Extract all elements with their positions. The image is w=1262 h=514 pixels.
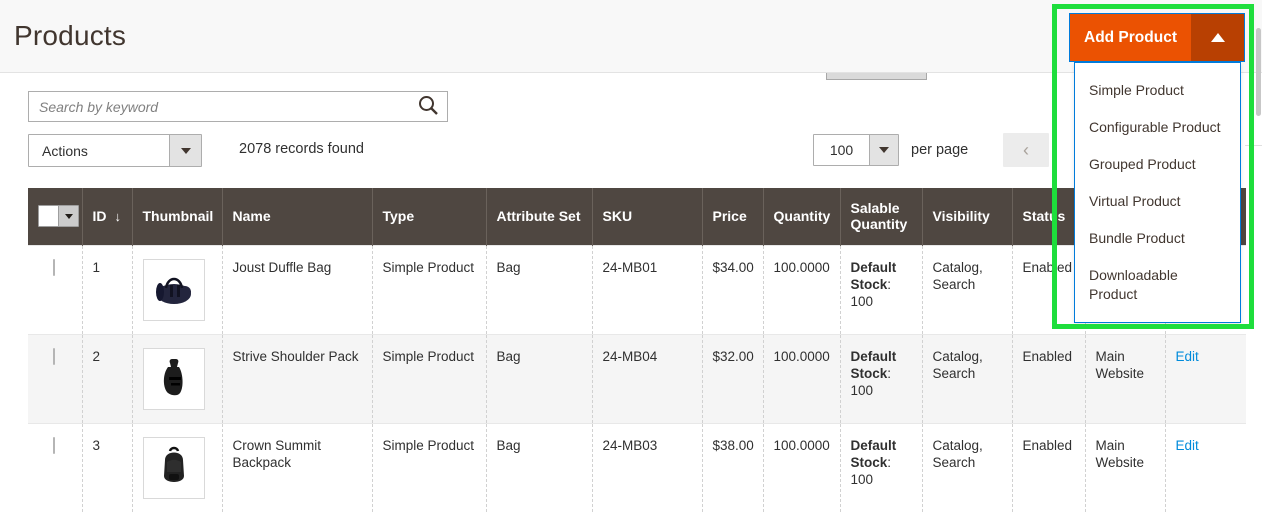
per-page-select[interactable]: 100 xyxy=(813,134,899,166)
product-thumbnail xyxy=(143,437,205,499)
cell-type: Simple Product xyxy=(372,423,486,512)
column-header-thumbnail[interactable]: Thumbnail xyxy=(132,188,222,245)
cell-type: Simple Product xyxy=(372,245,486,334)
cell-price: $32.00 xyxy=(702,334,763,423)
search-icon xyxy=(417,94,439,119)
column-header-type[interactable]: Type xyxy=(372,188,486,245)
table-row: 2 xyxy=(28,334,1246,423)
cutoff-button-sliver xyxy=(826,73,927,80)
table-row: 3 xyxy=(28,423,1246,512)
edge-divider xyxy=(1245,145,1262,146)
keyword-search-box xyxy=(28,91,448,122)
caret-down-icon xyxy=(181,148,191,154)
caret-down-icon xyxy=(879,147,889,153)
cell-id: 2 xyxy=(82,334,132,423)
records-found-text: 2078 records found xyxy=(239,141,364,157)
actions-select[interactable]: Actions xyxy=(28,134,202,167)
column-header-name[interactable]: Name xyxy=(222,188,372,245)
per-page-value: 100 xyxy=(814,135,869,165)
cell-price: $34.00 xyxy=(702,245,763,334)
cell-websites: Main Website xyxy=(1085,334,1165,423)
menu-item-grouped-product[interactable]: Grouped Product xyxy=(1075,146,1240,183)
column-header-sku[interactable]: SKU xyxy=(592,188,702,245)
actions-dropdown-toggle[interactable] xyxy=(169,135,201,166)
cell-salable-quantity: Default Stock 100 xyxy=(840,334,922,423)
grid-header-row: ID↓ Thumbnail Name Type Attribute Set SK… xyxy=(28,188,1246,245)
menu-item-virtual-product[interactable]: Virtual Product xyxy=(1075,183,1240,220)
add-product-label[interactable]: Add Product xyxy=(1070,14,1191,61)
sort-descending-icon: ↓ xyxy=(115,209,122,224)
column-header-attribute-set[interactable]: Attribute Set xyxy=(486,188,592,245)
column-header-quantity[interactable]: Quantity xyxy=(763,188,840,245)
cell-sku: 24-MB01 xyxy=(592,245,702,334)
select-all-checkbox[interactable] xyxy=(39,206,58,226)
products-grid: ID↓ Thumbnail Name Type Attribute Set SK… xyxy=(28,188,1246,512)
actions-select-value: Actions xyxy=(29,135,169,166)
cell-visibility: Catalog, Search xyxy=(922,423,1012,512)
cell-sku: 24-MB03 xyxy=(592,423,702,512)
add-product-button[interactable]: Add Product xyxy=(1069,13,1245,62)
shoulder-pack-icon xyxy=(150,353,198,405)
cell-attribute-set: Bag xyxy=(486,423,592,512)
per-page-label: per page xyxy=(911,142,968,158)
cell-id: 3 xyxy=(82,423,132,512)
edit-link[interactable]: Edit xyxy=(1176,438,1199,453)
previous-page-button[interactable]: ‹ xyxy=(1003,133,1049,167)
cell-sku: 24-MB04 xyxy=(592,334,702,423)
cell-status: Enabled xyxy=(1012,334,1085,423)
menu-item-downloadable-product[interactable]: Downloadable Product xyxy=(1075,257,1240,313)
edit-link[interactable]: Edit xyxy=(1176,349,1199,364)
cell-attribute-set: Bag xyxy=(486,334,592,423)
page-title: Products xyxy=(14,20,126,52)
product-thumbnail xyxy=(143,259,205,321)
cell-name: Joust Duffle Bag xyxy=(222,245,372,334)
select-all-header xyxy=(28,188,82,245)
column-header-visibility[interactable]: Visibility xyxy=(922,188,1012,245)
cell-type: Simple Product xyxy=(372,334,486,423)
menu-item-simple-product[interactable]: Simple Product xyxy=(1075,72,1240,109)
vertical-scrollbar[interactable] xyxy=(1256,28,1261,116)
cell-price: $38.00 xyxy=(702,423,763,512)
cell-attribute-set: Bag xyxy=(486,245,592,334)
cell-status: Enabled xyxy=(1012,423,1085,512)
cell-salable-quantity: Default Stock 100 xyxy=(840,245,922,334)
cell-quantity: 100.0000 xyxy=(763,334,840,423)
backpack-icon xyxy=(150,442,198,494)
row-checkbox[interactable] xyxy=(53,259,55,276)
select-all-dropdown-toggle[interactable] xyxy=(58,206,78,226)
search-button[interactable] xyxy=(409,92,447,121)
per-page-dropdown-toggle[interactable] xyxy=(869,135,898,165)
cell-name: Strive Shoulder Pack xyxy=(222,334,372,423)
column-header-price[interactable]: Price xyxy=(702,188,763,245)
add-product-dropdown-toggle[interactable] xyxy=(1191,14,1244,61)
cell-websites: Main Website xyxy=(1085,423,1165,512)
caret-down-icon xyxy=(65,214,73,219)
search-input[interactable] xyxy=(29,99,409,115)
add-product-menu: Simple Product Configurable Product Grou… xyxy=(1074,62,1241,323)
cell-visibility: Catalog, Search xyxy=(922,334,1012,423)
product-thumbnail xyxy=(143,348,205,410)
chevron-left-icon: ‹ xyxy=(1023,140,1029,161)
select-all-control[interactable] xyxy=(38,205,79,227)
column-header-salable-quantity[interactable]: Salable Quantity xyxy=(840,188,922,245)
cell-salable-quantity: Default Stock 100 xyxy=(840,423,922,512)
cell-quantity: 100.0000 xyxy=(763,245,840,334)
column-header-id[interactable]: ID↓ xyxy=(82,188,132,245)
row-checkbox[interactable] xyxy=(53,437,55,454)
menu-item-bundle-product[interactable]: Bundle Product xyxy=(1075,220,1240,257)
table-row: 1 xyxy=(28,245,1246,334)
cell-id: 1 xyxy=(82,245,132,334)
cell-visibility: Catalog, Search xyxy=(922,245,1012,334)
duffle-bag-icon xyxy=(150,264,198,316)
row-checkbox[interactable] xyxy=(53,348,55,365)
products-grid-page: Products Actions 2078 records found 100 … xyxy=(0,0,1262,514)
menu-item-configurable-product[interactable]: Configurable Product xyxy=(1075,109,1240,146)
cell-quantity: 100.0000 xyxy=(763,423,840,512)
caret-up-icon xyxy=(1211,33,1225,42)
cell-name: Crown Summit Backpack xyxy=(222,423,372,512)
